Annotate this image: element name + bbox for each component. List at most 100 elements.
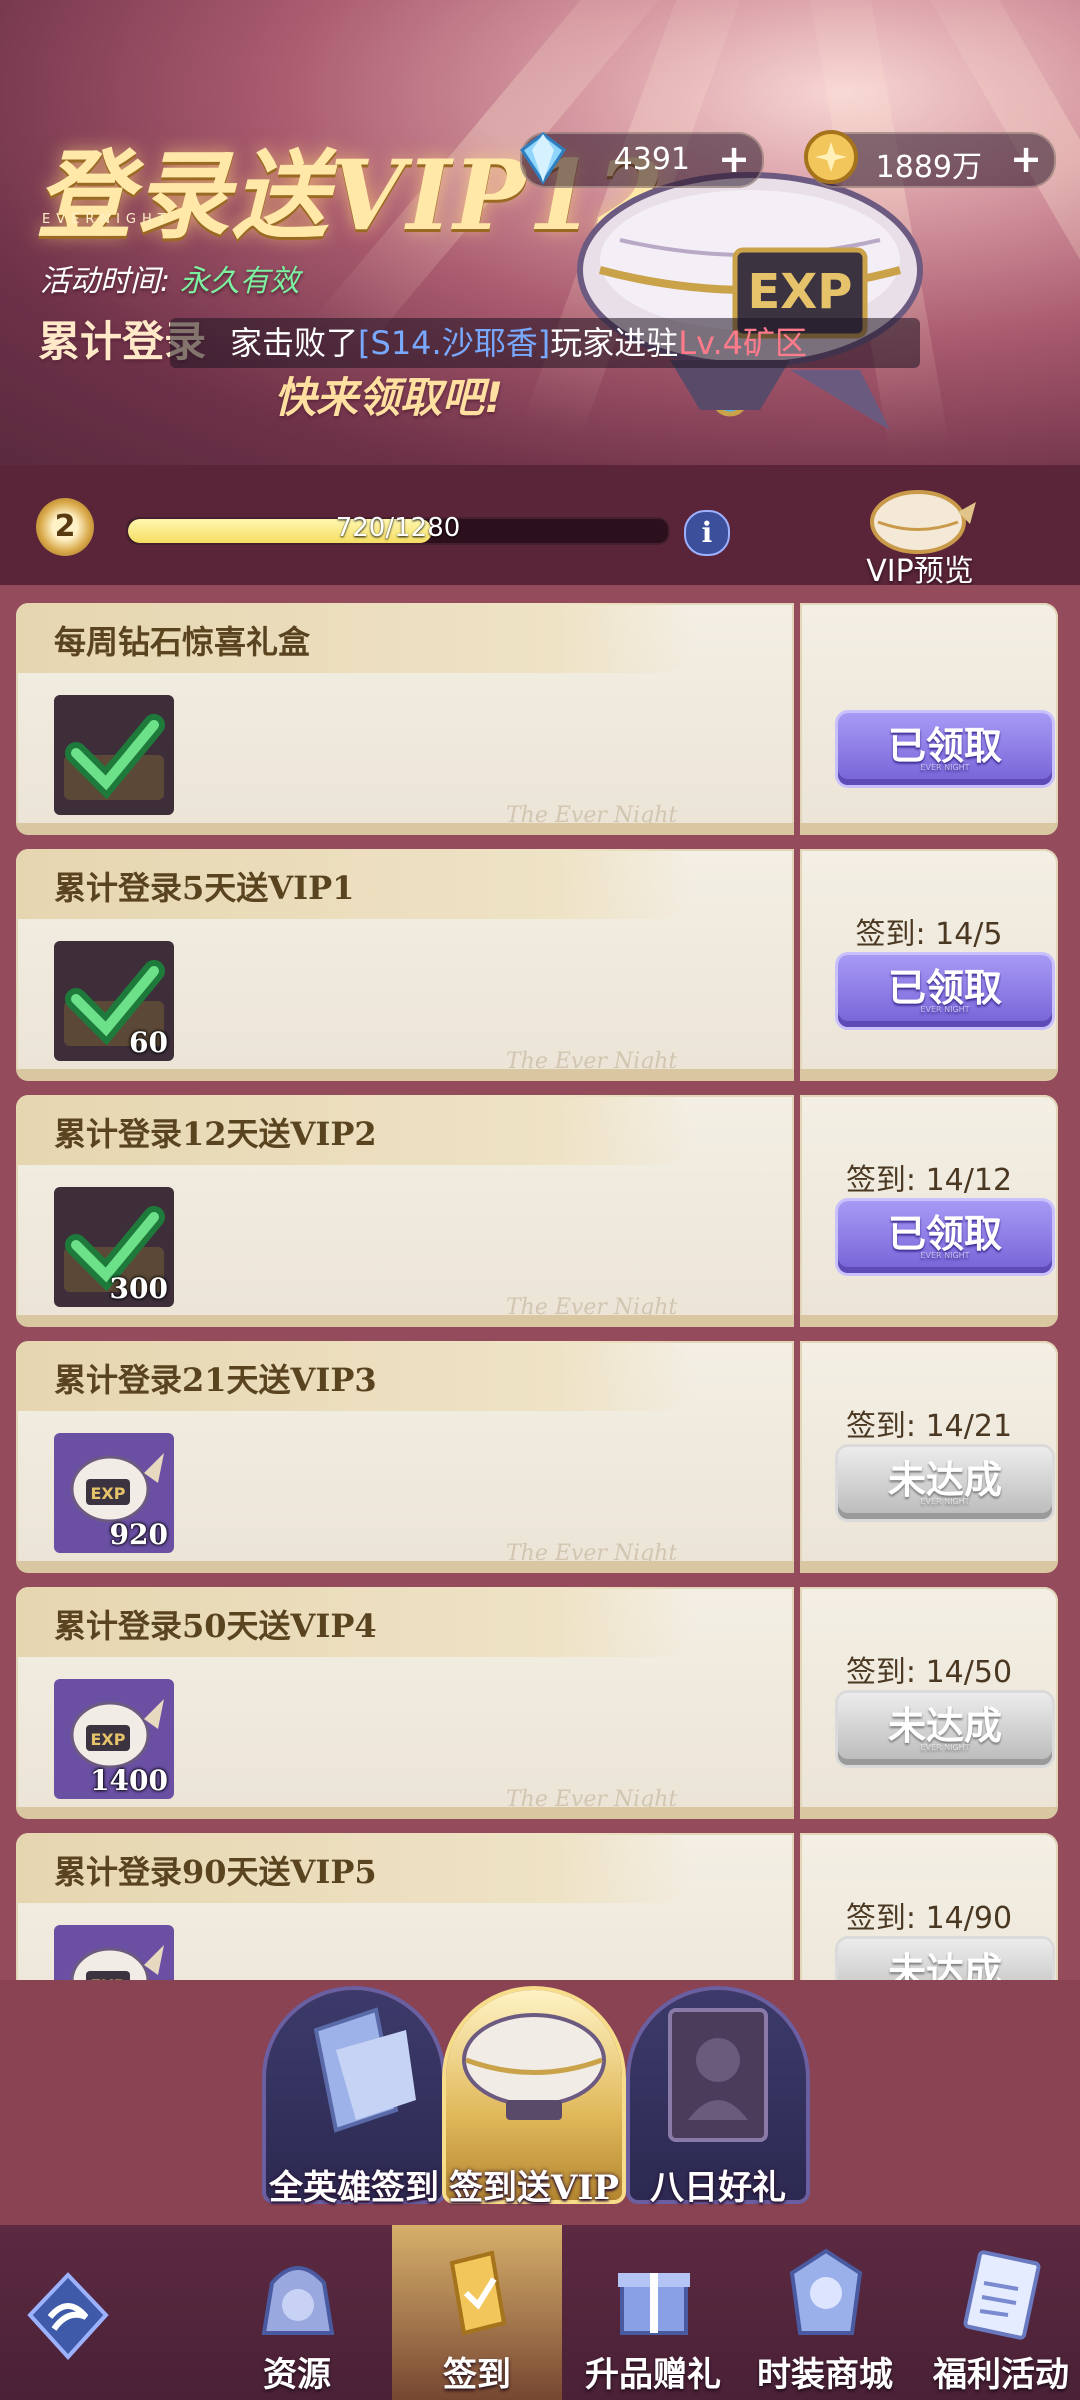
not-reached-button[interactable]: 未达成EVER NIGHT (838, 1939, 1052, 1980)
marquee-text-2: 玩家进驻 (550, 324, 679, 362)
diamond-currency: 4391 + (519, 132, 764, 188)
claimed-button[interactable]: 已领取 EVER NIGHT (838, 713, 1052, 785)
reward-item[interactable]: EXP 920 (54, 1433, 174, 1553)
button-label: 已领取 (887, 724, 1002, 768)
claimed-button[interactable]: 已领取 EVER NIGHT (838, 1201, 1052, 1273)
gift-box-icon (608, 2243, 700, 2343)
reward-count: 60 (129, 1026, 168, 1059)
signin-icon (432, 2243, 524, 2343)
task-action-panel: 已领取 EVER NIGHT (800, 603, 1058, 835)
task-card: 累计登录50天送VIP4 EXP 1400 The Ever Night 签到: 14/… (16, 1587, 1058, 1823)
hero-card-icon (630, 1990, 806, 2164)
svg-text:EXP: EXP (748, 264, 853, 320)
button-sublabel: EVER NIGHT (920, 1005, 970, 1014)
vip-preview-label[interactable]: VIP预览 (840, 546, 1000, 590)
task-title: 累计登录90天送VIP5 (54, 1853, 377, 1891)
task-action-panel: 签到: 14/21 未达成 EVER NIGHT (800, 1341, 1058, 1573)
task-list[interactable]: 每周钻石惊喜礼盒 The Ever Night 已领取 EVER NIGHT 累计登录5… (0, 585, 1080, 1980)
task-card: 每周钻石惊喜礼盒 The Ever Night 已领取 EVER NIGHT (16, 603, 1058, 839)
gold-coin-icon (804, 130, 858, 184)
game-logo[interactable] (0, 2225, 170, 2400)
task-action-panel: 签到: 14/5 已领取 EVER NIGHT (800, 849, 1058, 1081)
button-label: 已领取 (887, 966, 1002, 1010)
subtab-eight-day-gift[interactable]: 八日好礼 (630, 1990, 806, 2208)
not-reached-button[interactable]: 未达成EVER NIGHT (838, 1447, 1052, 1519)
task-action-panel: 签到: 14/90未达成EVER NIGHT (800, 1833, 1058, 1980)
bottom-nav: 资源 签到 升品赠礼 时装商城 福利活动 (0, 2225, 1080, 2400)
task-title: 累计登录12天送VIP2 (54, 1115, 377, 1153)
reward-item[interactable]: 60 (54, 941, 174, 1061)
broadcast-marquee: 家击败了[S14.沙耶香]玩家进驻Lv.4矿区 (170, 318, 920, 368)
nav-item[interactable]: 福利活动 (916, 2225, 1080, 2400)
welfare-icon (956, 2243, 1048, 2343)
task-card: 累计登录21天送VIP3 EXP 920 The Ever Night 签到: 14/2… (16, 1341, 1058, 1577)
button-sublabel: EVER NIGHT (920, 1743, 970, 1752)
watermark: The Ever Night (506, 1295, 678, 1320)
reward-count: 1400 (90, 1764, 168, 1797)
airship-icon (446, 1990, 622, 2164)
task-title: 累计登录50天送VIP4 (54, 1607, 377, 1645)
task-header: 累计登录50天送VIP4 (16, 1587, 694, 1657)
gold-amount: 1889万 (875, 150, 982, 185)
reward-item[interactable]: 300 (54, 1187, 174, 1307)
task-header: 每周钻石惊喜礼盒 (16, 603, 694, 673)
subtab-signin-vip[interactable]: 签到送VIP (446, 1990, 622, 2208)
event-subtabs: 全英雄签到 签到送VIP 八日好礼 (0, 1980, 1080, 2225)
airship-illustration: EXP (577, 172, 923, 430)
event-time: 活动时间: 永久有效 (40, 256, 300, 300)
watermark: The Ever Night (506, 803, 678, 828)
button-sublabel: EVER NIGHT (920, 1251, 970, 1260)
button-label: 未达成 (887, 1458, 1002, 1502)
svg-text:EXP: EXP (91, 1484, 126, 1503)
task-progress: 签到: 14/90 (845, 1901, 1013, 1936)
task-reward-panel: 每周钻石惊喜礼盒 The Ever Night (16, 603, 794, 835)
task-reward-panel: 累计登录21天送VIP3 EXP 920 The Ever Night (16, 1341, 794, 1573)
event-time-value: 永久有效 (179, 264, 300, 299)
nav-item[interactable]: 时装商城 (740, 2225, 910, 2400)
nav-label: 福利活动 (933, 2355, 1069, 2395)
marquee-text-1: 家击败了 (230, 324, 359, 362)
task-title: 累计登录21天送VIP3 (54, 1361, 377, 1399)
task-title: 累计登录5天送VIP1 (54, 869, 355, 907)
button-label: 未达成 (887, 1704, 1002, 1748)
vip-level-number: 2 (54, 509, 76, 544)
watermark: The Ever Night (506, 1541, 678, 1566)
task-progress: 签到: 14/21 (845, 1409, 1013, 1444)
task-progress: 签到: 14/50 (845, 1655, 1013, 1690)
watermark: The Ever Night (506, 1787, 678, 1812)
event-title-sub: EVERNIGHT (42, 212, 172, 227)
marquee-zone: Lv.4矿区 (678, 324, 808, 362)
nav-item[interactable]: 升品赠礼 (568, 2225, 738, 2400)
gold-currency: 1889万 + (804, 130, 1056, 188)
task-header: 累计登录5天送VIP1 (16, 849, 694, 919)
add-gold-button[interactable]: + (1006, 140, 1046, 180)
reward-item[interactable]: EXP 1400 (54, 1679, 174, 1799)
fashion-shop-icon (780, 2243, 872, 2343)
task-progress: 签到: 14/5 (855, 917, 1003, 952)
not-reached-button[interactable]: 未达成EVER NIGHT (838, 1693, 1052, 1765)
button-sublabel: EVER NIGHT (920, 763, 970, 772)
reward-item[interactable] (54, 695, 174, 815)
button-label: 未达成 (887, 1950, 1002, 1980)
add-diamond-button[interactable]: + (714, 140, 754, 180)
task-reward-panel: 累计登录5天送VIP1 60 The Ever Night (16, 849, 794, 1081)
nav-label: 签到 (443, 2355, 511, 2395)
reward-count: 920 (109, 1518, 168, 1551)
task-reward-panel: 累计登录50天送VIP4 EXP 1400 The Ever Night (16, 1587, 794, 1819)
reward-count: 300 (109, 1272, 168, 1305)
diamond-amount: 4391 (613, 142, 690, 177)
claimed-button[interactable]: 已领取 EVER NIGHT (838, 955, 1052, 1027)
vip-exp-text: 720/1280 (335, 513, 461, 543)
task-card: 累计登录12天送VIP2 300 The Ever Night 签到: 14/12 已领… (16, 1095, 1058, 1331)
nav-label: 时装商城 (757, 2355, 893, 2395)
button-label: 已领取 (887, 1212, 1002, 1256)
task-action-panel: 签到: 14/50 未达成 EVER NIGHT (800, 1587, 1058, 1819)
reward-item[interactable]: EXP (54, 1925, 174, 1980)
nav-item[interactable]: 资源 (212, 2225, 382, 2400)
nav-item[interactable]: 签到 (392, 2225, 562, 2400)
cards-icon (266, 1990, 442, 2164)
vip-level-badge: 2 (36, 498, 94, 556)
info-button[interactable]: i (684, 510, 730, 556)
logo-icon[interactable] (22, 2265, 114, 2365)
task-card: 累计登录5天送VIP1 60 The Ever Night 签到: 14/5 已领取 EV… (16, 849, 1058, 1085)
